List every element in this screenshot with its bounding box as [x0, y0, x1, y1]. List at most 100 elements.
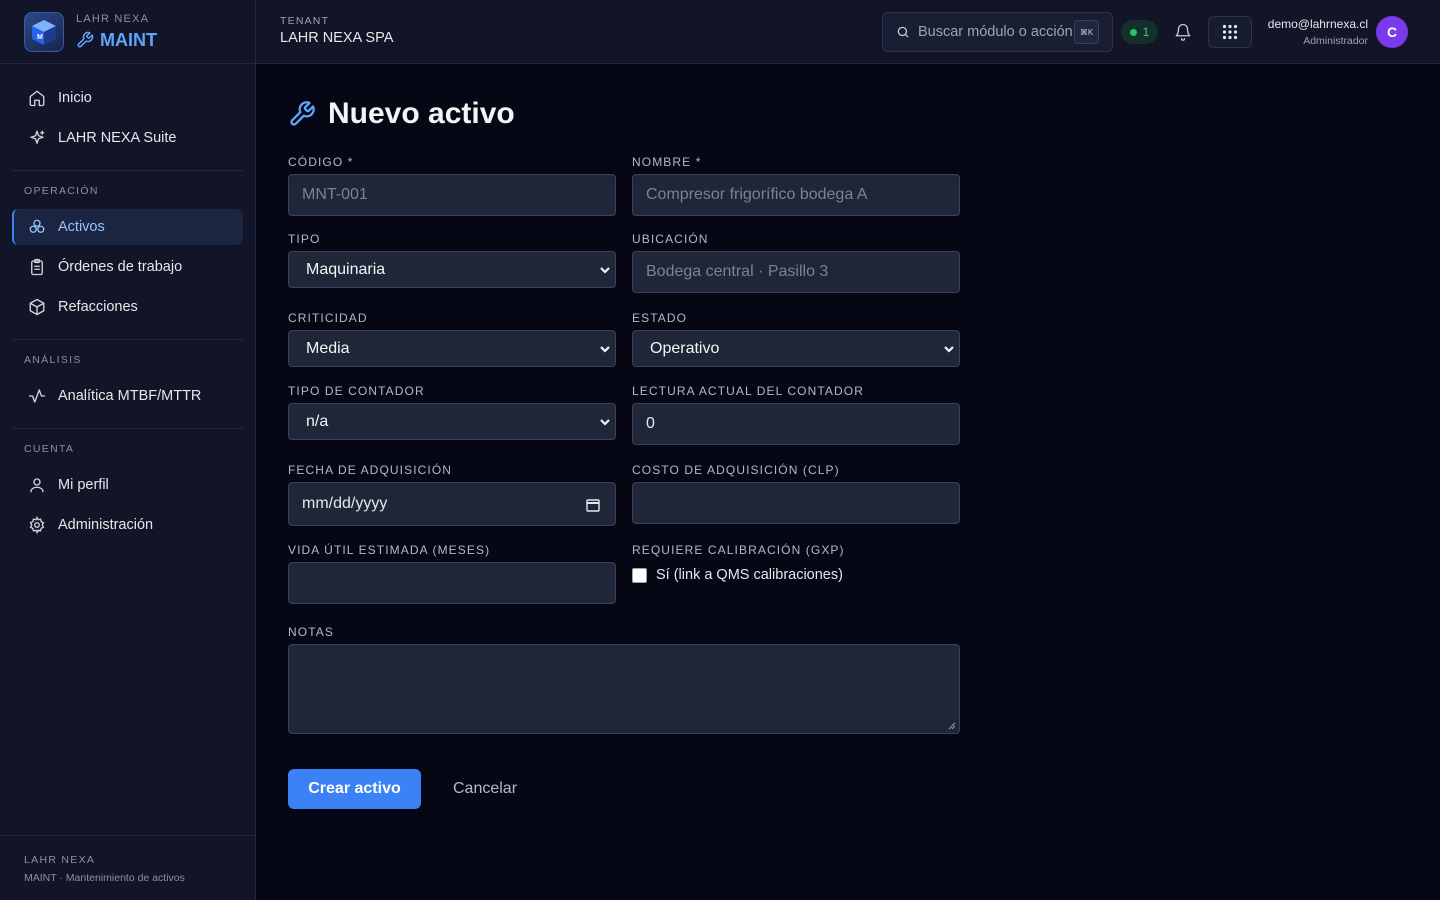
tenant-label: TENANT	[280, 15, 330, 27]
divider	[12, 339, 243, 340]
sidebar-footer: LAHR NEXA MAINT · Mantenimiento de activ…	[0, 835, 256, 900]
cancel-button[interactable]: Cancelar	[453, 780, 517, 798]
nombre-label: NOMBRE *	[632, 155, 702, 169]
tipo-value: Maquinaria	[306, 260, 386, 278]
estado-label: ESTADO	[632, 311, 688, 325]
sidebar: M LAHR NEXA MAINT Inicio LAHR NEXA Suite…	[0, 0, 256, 900]
sidebar-item-perfil[interactable]: Mi perfil	[12, 467, 243, 503]
resize-handle-icon[interactable]	[948, 722, 956, 730]
tipo-label: TIPO	[288, 232, 321, 246]
sidebar-item-label: Activos	[58, 219, 105, 235]
lectura-input[interactable]: 0	[632, 403, 960, 445]
tipo-contador-label: TIPO DE CONTADOR	[288, 384, 425, 398]
search-icon	[897, 26, 909, 38]
estado-select[interactable]: Operativo	[632, 330, 960, 367]
chevron-down-icon	[600, 346, 610, 353]
assets-icon	[29, 219, 45, 233]
user-icon	[30, 478, 44, 493]
gear-icon	[29, 516, 45, 534]
footer-subtitle: MAINT · Mantenimiento de activos	[24, 872, 185, 884]
sidebar-item-label: Inicio	[58, 90, 92, 106]
svg-text:M: M	[37, 34, 43, 41]
user-role: Administrador	[1303, 35, 1368, 47]
topbar: TENANT LAHR NEXA SPA Buscar módulo o acc…	[256, 0, 1440, 64]
search-input[interactable]: Buscar módulo o acción ⌘K	[882, 12, 1113, 52]
user-menu[interactable]: demo@lahrnexa.cl Administrador	[1268, 17, 1368, 47]
ubicacion-input[interactable]: Bodega central · Pasillo 3	[632, 251, 960, 293]
ubicacion-label: UBICACIÓN	[632, 232, 709, 246]
status-count: 1	[1142, 25, 1150, 39]
estado-value: Operativo	[650, 339, 720, 357]
logo-cube-icon: M	[24, 11, 64, 52]
calendar-icon[interactable]	[586, 498, 600, 512]
apps-grid-button[interactable]	[1208, 16, 1252, 48]
calibracion-checkbox[interactable]	[632, 567, 647, 583]
tipo-select[interactable]: Maquinaria	[288, 251, 616, 288]
sidebar-item-inicio[interactable]: Inicio	[12, 80, 243, 116]
sidebar-item-administracion[interactable]: Administración	[12, 507, 243, 543]
calibracion-checkbox-label: Sí (link a QMS calibraciones)	[656, 567, 843, 583]
box-icon	[29, 298, 45, 316]
chevron-down-icon	[600, 267, 610, 274]
sidebar-item-label: Órdenes de trabajo	[58, 259, 183, 275]
divider	[12, 170, 243, 171]
vida-util-label: VIDA ÚTIL ESTIMADA (MESES)	[288, 543, 491, 557]
sidebar-item-activos[interactable]: Activos	[12, 209, 243, 245]
section-title-analisis: ANÁLISIS	[24, 354, 82, 366]
costo-label: COSTO DE ADQUISICIÓN (CLP)	[632, 463, 840, 477]
tipo-contador-value: n/a	[306, 412, 329, 430]
codigo-input[interactable]: MNT-001	[288, 174, 616, 216]
sidebar-nav: Inicio LAHR NEXA Suite OPERACIÓN Activos…	[0, 64, 255, 543]
fecha-label: FECHA DE ADQUISICIÓN	[288, 463, 453, 477]
chevron-down-icon	[944, 346, 954, 353]
wrench-icon	[290, 101, 315, 126]
brand-company: LAHR NEXA	[76, 12, 150, 25]
status-dot-icon	[1129, 28, 1137, 36]
brand[interactable]: M LAHR NEXA MAINT	[0, 0, 255, 64]
status-badge[interactable]: 1	[1121, 20, 1158, 44]
tenant-info: TENANT LAHR NEXA SPA	[280, 15, 393, 46]
create-asset-button[interactable]: Crear activo	[288, 769, 421, 809]
notas-label: NOTAS	[288, 625, 334, 639]
sidebar-item-label: Refacciones	[58, 299, 138, 315]
fecha-date-input[interactable]: mm/dd/yyyy	[288, 482, 616, 526]
clipboard-icon	[31, 258, 43, 276]
tenant-name: LAHR NEXA SPA	[280, 30, 394, 46]
main-content: Nuevo activo CÓDIGO * MNT-001 NOMBRE * C…	[288, 64, 960, 809]
search-placeholder: Buscar módulo o acción	[918, 24, 1073, 40]
criticidad-select[interactable]: Media	[288, 330, 616, 367]
notas-textarea[interactable]	[288, 644, 960, 734]
criticidad-label: CRITICIDAD	[288, 311, 368, 325]
nombre-input[interactable]: Compresor frigorífico bodega A	[632, 174, 960, 216]
criticidad-value: Media	[306, 339, 350, 357]
wrench-icon	[77, 31, 94, 48]
page-title: Nuevo activo	[288, 97, 960, 130]
avatar[interactable]: C	[1376, 16, 1408, 48]
sidebar-item-analitica[interactable]: Analítica MTBF/MTTR	[12, 378, 243, 414]
sidebar-item-suite[interactable]: LAHR NEXA Suite	[12, 120, 243, 156]
bell-icon	[1175, 23, 1191, 41]
sidebar-item-refacciones[interactable]: Refacciones	[12, 289, 243, 325]
new-asset-form: CÓDIGO * MNT-001 NOMBRE * Compresor frig…	[288, 155, 960, 809]
sidebar-item-label: Mi perfil	[58, 477, 109, 493]
activity-icon	[28, 389, 46, 403]
calibracion-label: REQUIERE CALIBRACIÓN (GXP)	[632, 543, 845, 557]
footer-title: LAHR NEXA	[24, 854, 96, 866]
codigo-label: CÓDIGO *	[288, 155, 354, 169]
sidebar-item-ordenes[interactable]: Órdenes de trabajo	[12, 249, 243, 285]
tipo-contador-select[interactable]: n/a	[288, 403, 616, 440]
fecha-value: mm/dd/yyyy	[302, 495, 388, 512]
section-title-operacion: OPERACIÓN	[24, 185, 99, 197]
home-icon	[29, 90, 45, 107]
apps-grid-icon	[1222, 24, 1238, 40]
notifications-button[interactable]	[1174, 22, 1192, 47]
sidebar-item-label: Analítica MTBF/MTTR	[58, 388, 202, 404]
page-title-text: Nuevo activo	[328, 97, 515, 130]
vida-util-input[interactable]	[288, 562, 616, 604]
sparkle-icon	[30, 130, 45, 144]
user-email: demo@lahrnexa.cl	[1267, 17, 1368, 31]
costo-input[interactable]	[632, 482, 960, 524]
chevron-down-icon	[600, 419, 610, 426]
calibracion-checkbox-row[interactable]: Sí (link a QMS calibraciones)	[632, 567, 960, 583]
keyboard-shortcut-badge: ⌘K	[1074, 20, 1099, 44]
